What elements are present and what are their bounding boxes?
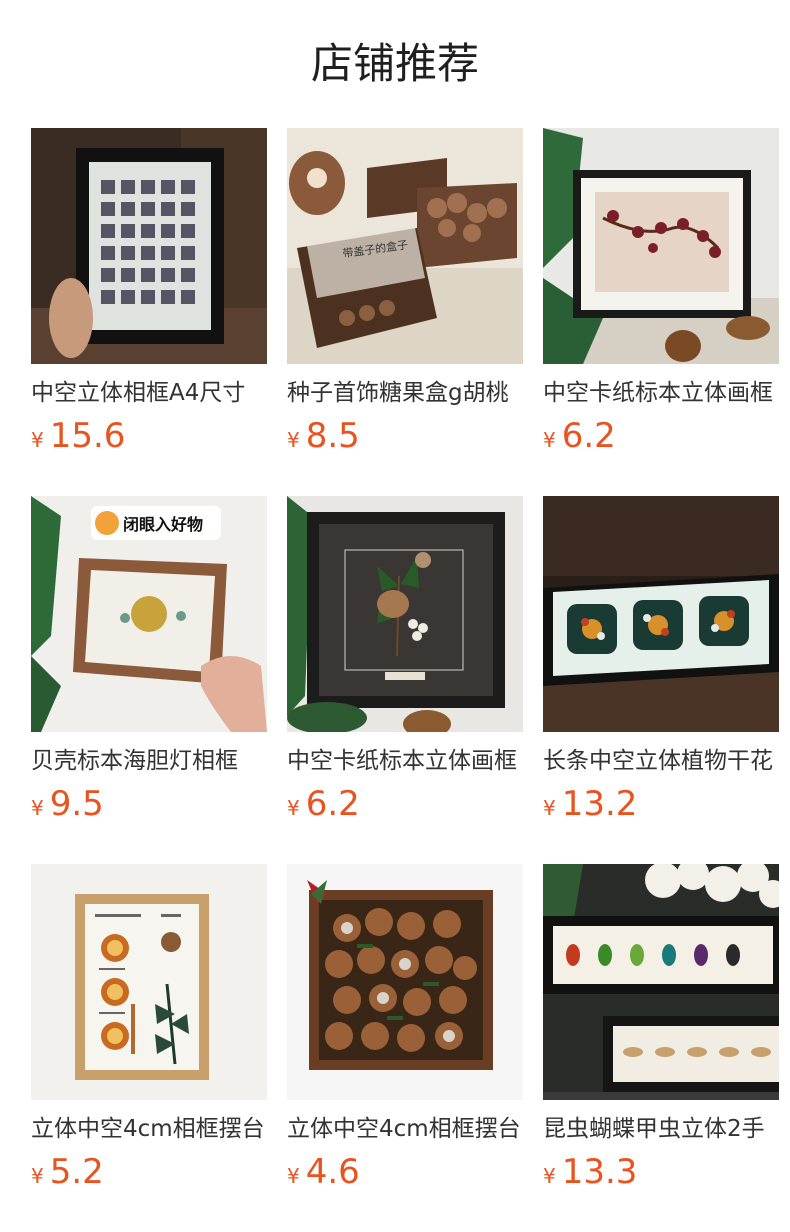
product-image[interactable] — [287, 864, 523, 1100]
product-name[interactable]: 中空卡纸标本立体画框 — [287, 744, 523, 778]
currency-symbol: ¥ — [287, 796, 300, 820]
product-image[interactable]: 闭眼入好物 — [31, 496, 267, 732]
product-name[interactable]: 种子首饰糖果盒g胡桃 — [287, 376, 523, 410]
product-card[interactable]: 中空卡纸标本立体画框 ¥6.2 — [287, 496, 523, 836]
product-price: ¥6.2 — [287, 782, 360, 826]
price-value: 5.2 — [49, 1152, 104, 1192]
product-image[interactable]: 带盖子的盒子 — [287, 128, 523, 364]
product-card[interactable]: 中空卡纸标本立体画框 ¥6.2 — [543, 128, 779, 468]
product-card[interactable]: 带盖子的盒子 种子首饰糖果盒g胡桃 ¥8.5 — [287, 128, 523, 468]
product-price: ¥9.5 — [31, 782, 104, 826]
product-price: ¥6.2 — [543, 414, 616, 458]
price-value: 6.2 — [305, 784, 360, 824]
product-name[interactable]: 立体中空4cm相框摆台 — [287, 1112, 523, 1146]
price-value: 13.3 — [561, 1152, 638, 1192]
product-price: ¥4.6 — [287, 1150, 360, 1194]
currency-symbol: ¥ — [31, 1164, 44, 1188]
product-name[interactable]: 昆虫蝴蝶甲虫立体2手 — [543, 1112, 779, 1146]
product-image[interactable] — [31, 864, 267, 1100]
product-card[interactable]: 长条中空立体植物干花 ¥13.2 — [543, 496, 779, 836]
price-value: 13.2 — [561, 784, 638, 824]
currency-symbol: ¥ — [543, 1164, 556, 1188]
price-value: 15.6 — [49, 416, 126, 456]
product-image[interactable] — [543, 864, 779, 1100]
product-card[interactable]: 闭眼入好物 贝壳标本海胆灯相框 ¥9.5 — [31, 496, 267, 836]
product-name[interactable]: 长条中空立体植物干花 — [543, 744, 779, 778]
product-price: ¥8.5 — [287, 414, 360, 458]
currency-symbol: ¥ — [31, 428, 44, 452]
currency-symbol: ¥ — [543, 428, 556, 452]
product-name[interactable]: 贝壳标本海胆灯相框 — [31, 744, 267, 778]
product-price: ¥13.2 — [543, 782, 637, 826]
product-price: ¥13.3 — [543, 1150, 637, 1194]
product-name[interactable]: 中空立体相框A4尺寸 — [31, 376, 267, 410]
product-image[interactable] — [543, 496, 779, 732]
currency-symbol: ¥ — [543, 796, 556, 820]
price-value: 4.6 — [305, 1152, 360, 1192]
currency-symbol: ¥ — [287, 428, 300, 452]
currency-symbol: ¥ — [31, 796, 44, 820]
price-value: 9.5 — [49, 784, 104, 824]
product-card[interactable]: 立体中空4cm相框摆台 ¥4.6 — [287, 864, 523, 1204]
currency-symbol: ¥ — [287, 1164, 300, 1188]
section-title: 店铺推荐 — [310, 39, 479, 88]
product-price: ¥15.6 — [31, 414, 125, 458]
product-name[interactable]: 立体中空4cm相框摆台 — [31, 1112, 267, 1146]
product-price: ¥5.2 — [31, 1150, 104, 1194]
product-card[interactable]: 昆虫蝴蝶甲虫立体2手 ¥13.3 — [543, 864, 779, 1204]
product-image[interactable] — [31, 128, 267, 364]
product-card[interactable]: 立体中空4cm相框摆台 ¥5.2 — [31, 864, 267, 1204]
price-value: 8.5 — [305, 416, 360, 456]
product-image[interactable] — [287, 496, 523, 732]
product-image[interactable] — [543, 128, 779, 364]
product-name[interactable]: 中空卡纸标本立体画框 — [543, 376, 779, 410]
svg-text:闭眼入好物: 闭眼入好物 — [123, 515, 203, 534]
product-card[interactable]: 中空立体相框A4尺寸 ¥15.6 — [31, 128, 267, 468]
price-value: 6.2 — [561, 416, 616, 456]
